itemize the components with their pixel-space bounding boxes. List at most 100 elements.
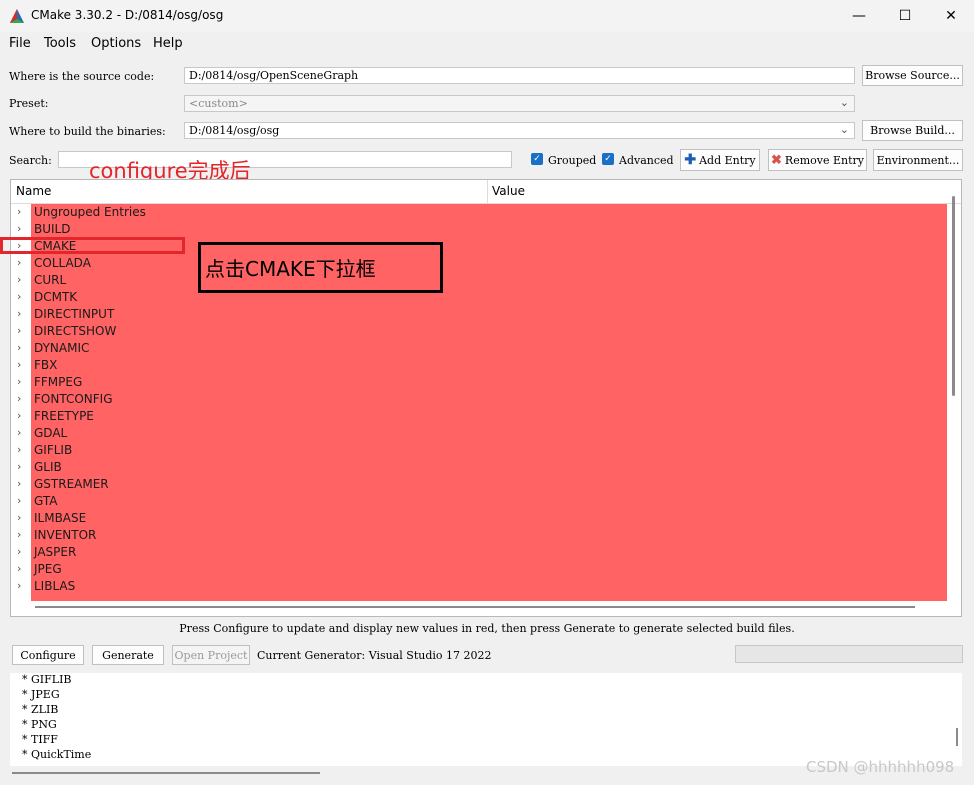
remove-icon: ✖	[771, 152, 782, 168]
preset-label: Preset:	[9, 97, 49, 110]
table-row[interactable]: › COLLADA	[11, 255, 961, 272]
table-row[interactable]: › FBX	[11, 357, 961, 374]
chevron-right-icon[interactable]: ›	[17, 392, 21, 405]
close-icon[interactable]: ✕	[928, 0, 974, 32]
advanced-checkbox[interactable]: ✓	[602, 153, 614, 165]
table-row[interactable]: › GTA	[11, 493, 961, 510]
table-row[interactable]: › CURL	[11, 272, 961, 289]
log-line: * TIFF	[22, 733, 58, 746]
search-label: Search:	[9, 154, 52, 167]
chevron-right-icon[interactable]: ›	[17, 494, 21, 507]
chevron-right-icon[interactable]: ›	[17, 273, 21, 286]
table-horizontal-scrollbar[interactable]	[35, 606, 915, 608]
column-name-header[interactable]: Name	[16, 184, 51, 198]
chevron-right-icon[interactable]: ›	[17, 290, 21, 303]
log-line: * QuickTime	[22, 748, 92, 761]
build-value: D:/0814/osg/osg	[189, 124, 280, 137]
table-row[interactable]: › GLIB	[11, 459, 961, 476]
progress-bar	[735, 645, 963, 663]
browse-source-button[interactable]: Browse Source...	[862, 65, 963, 86]
source-input[interactable]: D:/0814/osg/OpenSceneGraph	[184, 67, 855, 84]
menu-tools[interactable]: Tools	[44, 36, 76, 51]
chevron-right-icon[interactable]: ›	[17, 375, 21, 388]
table-row[interactable]: › GSTREAMER	[11, 476, 961, 493]
watermark: CSDN @hhhhhh098	[806, 758, 955, 776]
hint-text: Press Configure to update and display ne…	[179, 622, 795, 635]
plus-icon: ✚	[684, 152, 697, 168]
configure-button[interactable]: Configure	[12, 645, 84, 665]
menu-help[interactable]: Help	[153, 36, 183, 51]
table-row[interactable]: › DCMTK	[11, 289, 961, 306]
minimize-icon[interactable]: —	[836, 0, 882, 32]
menu-file[interactable]: File	[9, 36, 31, 51]
table-row[interactable]: › FONTCONFIG	[11, 391, 961, 408]
annotation-note-box: 点击CMAKE下拉框	[198, 242, 443, 293]
log-line: * PNG	[22, 718, 57, 731]
browse-build-button[interactable]: Browse Build...	[862, 120, 963, 141]
annotation-highlight-cmake	[0, 237, 185, 254]
log-vertical-scrollbar[interactable]	[956, 728, 958, 746]
log-horizontal-scrollbar[interactable]	[12, 772, 320, 774]
chevron-right-icon[interactable]: ›	[17, 341, 21, 354]
chevron-right-icon[interactable]: ›	[17, 460, 21, 473]
menu-options[interactable]: Options	[91, 36, 141, 51]
chevron-right-icon[interactable]: ›	[17, 256, 21, 269]
table-row[interactable]: › DIRECTSHOW	[11, 323, 961, 340]
remove-entry-button[interactable]: ✖ Remove Entry	[768, 149, 867, 171]
chevron-right-icon[interactable]: ›	[17, 528, 21, 541]
environment-button[interactable]: Environment...	[873, 149, 963, 171]
title-bar: CMake 3.30.2 - D:/0814/osg/osg — ☐ ✕	[0, 0, 974, 32]
chevron-right-icon[interactable]: ›	[17, 477, 21, 490]
generate-button[interactable]: Generate	[92, 645, 164, 665]
remove-entry-label: Remove Entry	[784, 153, 864, 167]
menu-bar: File Tools Options Help	[0, 32, 974, 54]
chevron-right-icon[interactable]: ›	[17, 511, 21, 524]
chevron-right-icon[interactable]: ›	[17, 222, 21, 235]
add-entry-button[interactable]: ✚ Add Entry	[680, 149, 760, 171]
column-value-header[interactable]: Value	[492, 184, 525, 198]
grouped-checkbox[interactable]: ✓	[531, 153, 543, 165]
log-line: * ZLIB	[22, 703, 59, 716]
table-row[interactable]: › DYNAMIC	[11, 340, 961, 357]
add-entry-label: Add Entry	[699, 153, 756, 167]
grouped-label: Grouped	[548, 154, 597, 167]
advanced-label: Advanced	[619, 154, 674, 167]
chevron-right-icon[interactable]: ›	[17, 324, 21, 337]
table-row[interactable]: › LIBLAS	[11, 578, 961, 595]
maximize-icon[interactable]: ☐	[882, 0, 928, 32]
chevron-right-icon[interactable]: ›	[17, 358, 21, 371]
table-row[interactable]: › INVENTOR	[11, 527, 961, 544]
table-header: Name Value	[11, 180, 961, 204]
preset-select[interactable]: <custom> ⌄	[184, 95, 855, 112]
cmake-logo-icon	[10, 9, 24, 23]
chevron-right-icon[interactable]: ›	[17, 426, 21, 439]
table-row[interactable]: › FFMPEG	[11, 374, 961, 391]
table-vertical-scrollbar[interactable]	[952, 196, 955, 396]
table-row[interactable]: › JPEG	[11, 561, 961, 578]
chevron-right-icon[interactable]: ›	[17, 443, 21, 456]
chevron-down-icon: ⌄	[839, 96, 849, 109]
chevron-right-icon[interactable]: ›	[17, 409, 21, 422]
chevron-right-icon[interactable]: ›	[17, 545, 21, 558]
source-label: Where is the source code:	[9, 70, 155, 83]
window-title: CMake 3.30.2 - D:/0814/osg/osg	[31, 8, 224, 22]
table-row[interactable]: › DIRECTINPUT	[11, 306, 961, 323]
table-row[interactable]: › BUILD	[11, 221, 961, 238]
chevron-right-icon[interactable]: ›	[17, 562, 21, 575]
chevron-down-icon: ⌄	[839, 123, 849, 136]
build-label: Where to build the binaries:	[9, 125, 166, 138]
chevron-right-icon[interactable]: ›	[17, 579, 21, 592]
chevron-right-icon[interactable]: ›	[17, 205, 21, 218]
open-project-button[interactable]: Open Project	[172, 645, 250, 665]
table-row[interactable]: › GIFLIB	[11, 442, 961, 459]
table-row[interactable]: › ILMBASE	[11, 510, 961, 527]
current-generator: Current Generator: Visual Studio 17 2022	[257, 649, 492, 662]
table-row[interactable]: › GDAL	[11, 425, 961, 442]
output-log[interactable]: * GIFLIB * JPEG * ZLIB * PNG * TIFF * Qu…	[10, 673, 962, 766]
table-row[interactable]: › Ungrouped Entries	[11, 204, 961, 221]
chevron-right-icon[interactable]: ›	[17, 307, 21, 320]
table-row[interactable]: › FREETYPE	[11, 408, 961, 425]
build-input[interactable]: D:/0814/osg/osg ⌄	[184, 122, 855, 139]
table-row[interactable]: › JASPER	[11, 544, 961, 561]
log-line: * JPEG	[22, 688, 60, 701]
